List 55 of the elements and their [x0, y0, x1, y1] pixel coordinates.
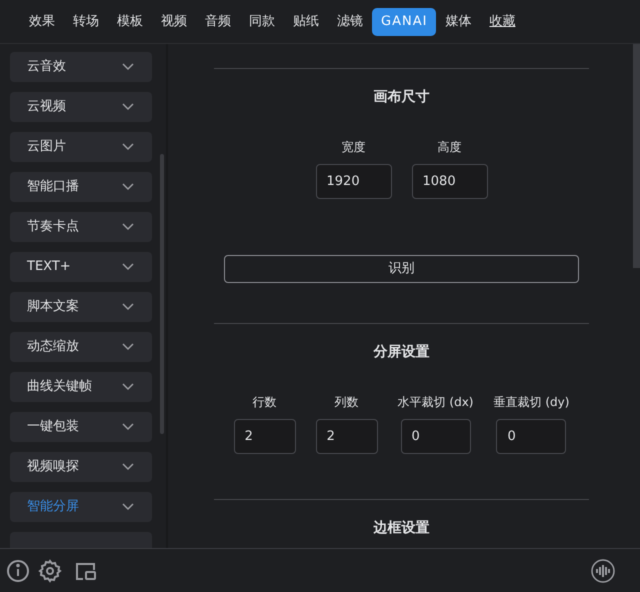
tab[interactable]: 媒体 — [436, 8, 480, 36]
sidebar-item[interactable]: 云视频 — [10, 92, 152, 122]
tab[interactable]: 收藏 — [480, 8, 524, 36]
field-label: 宽度 — [342, 139, 366, 156]
info-icon[interactable] — [6, 558, 30, 582]
field-label: 垂直裁切 (dy) — [494, 394, 570, 411]
settings-icon[interactable] — [38, 558, 62, 582]
input-field[interactable]: 1920 — [316, 164, 392, 199]
chevron-down-icon — [122, 143, 134, 151]
tab[interactable]: 模板 — [108, 8, 152, 36]
chevron-down-icon — [122, 303, 134, 311]
input-field[interactable]: 2 — [316, 419, 378, 454]
chevron-down-icon — [122, 423, 134, 431]
field-label: 水平裁切 (dx) — [398, 394, 474, 411]
chevron-down-icon — [122, 503, 134, 511]
sidebar-item[interactable]: 智能分屏 — [10, 492, 152, 522]
chevron-down-icon — [122, 383, 134, 391]
sidebar-item[interactable]: 智能口播 — [10, 172, 152, 202]
input-field[interactable]: 2 — [234, 419, 296, 454]
sidebar-item[interactable]: 云图片 — [10, 132, 152, 162]
tab[interactable]: 贴纸 — [284, 8, 328, 36]
sidebar-item[interactable]: 脚本文案 — [10, 292, 152, 322]
tab[interactable]: 同款 — [240, 8, 284, 36]
input-field[interactable]: 0 — [400, 419, 471, 454]
sidebar-item[interactable]: 节奏卡点 — [10, 212, 152, 242]
chevron-down-icon — [122, 223, 134, 231]
sidebar-item[interactable]: 视频嗅探 — [10, 452, 152, 482]
sidebar-item[interactable]: 云音效 — [10, 52, 152, 82]
tab[interactable]: 转场 — [64, 8, 108, 36]
chevron-down-icon — [122, 263, 134, 271]
tab[interactable]: 效果 — [20, 8, 64, 36]
chevron-down-icon — [122, 463, 134, 471]
input-field[interactable]: 1080 — [412, 164, 488, 199]
section-title: 分屏设置 — [374, 343, 430, 362]
field-label: 高度 — [438, 139, 462, 156]
section-title: 画布尺寸 — [374, 88, 430, 107]
sidebar-item[interactable]: 动态缩放 — [10, 332, 152, 362]
sidebar-item[interactable]: 曲线关键帧 — [10, 372, 152, 402]
chevron-down-icon — [122, 103, 134, 111]
chevron-down-icon — [122, 63, 134, 71]
sidebar-item[interactable]: 一键包装 — [10, 412, 152, 442]
sidebar-item[interactable]: TEXT+ — [10, 252, 152, 282]
audio-wave-icon[interactable] — [590, 558, 614, 582]
chevron-down-icon — [122, 343, 134, 351]
input-field[interactable]: 0 — [496, 419, 566, 454]
section-title: 边框设置 — [374, 519, 430, 538]
field-label: 行数 — [252, 394, 277, 411]
tab[interactable]: GANAI — [372, 8, 436, 36]
field-label: 列数 — [334, 394, 359, 411]
tab[interactable]: 滤镜 — [328, 8, 372, 36]
tab[interactable]: 视频 — [152, 8, 196, 36]
chevron-down-icon — [122, 183, 134, 191]
tab[interactable]: 音频 — [196, 8, 240, 36]
scrollbar[interactable] — [633, 44, 640, 268]
recognize-button[interactable]: 识别 — [224, 255, 579, 283]
